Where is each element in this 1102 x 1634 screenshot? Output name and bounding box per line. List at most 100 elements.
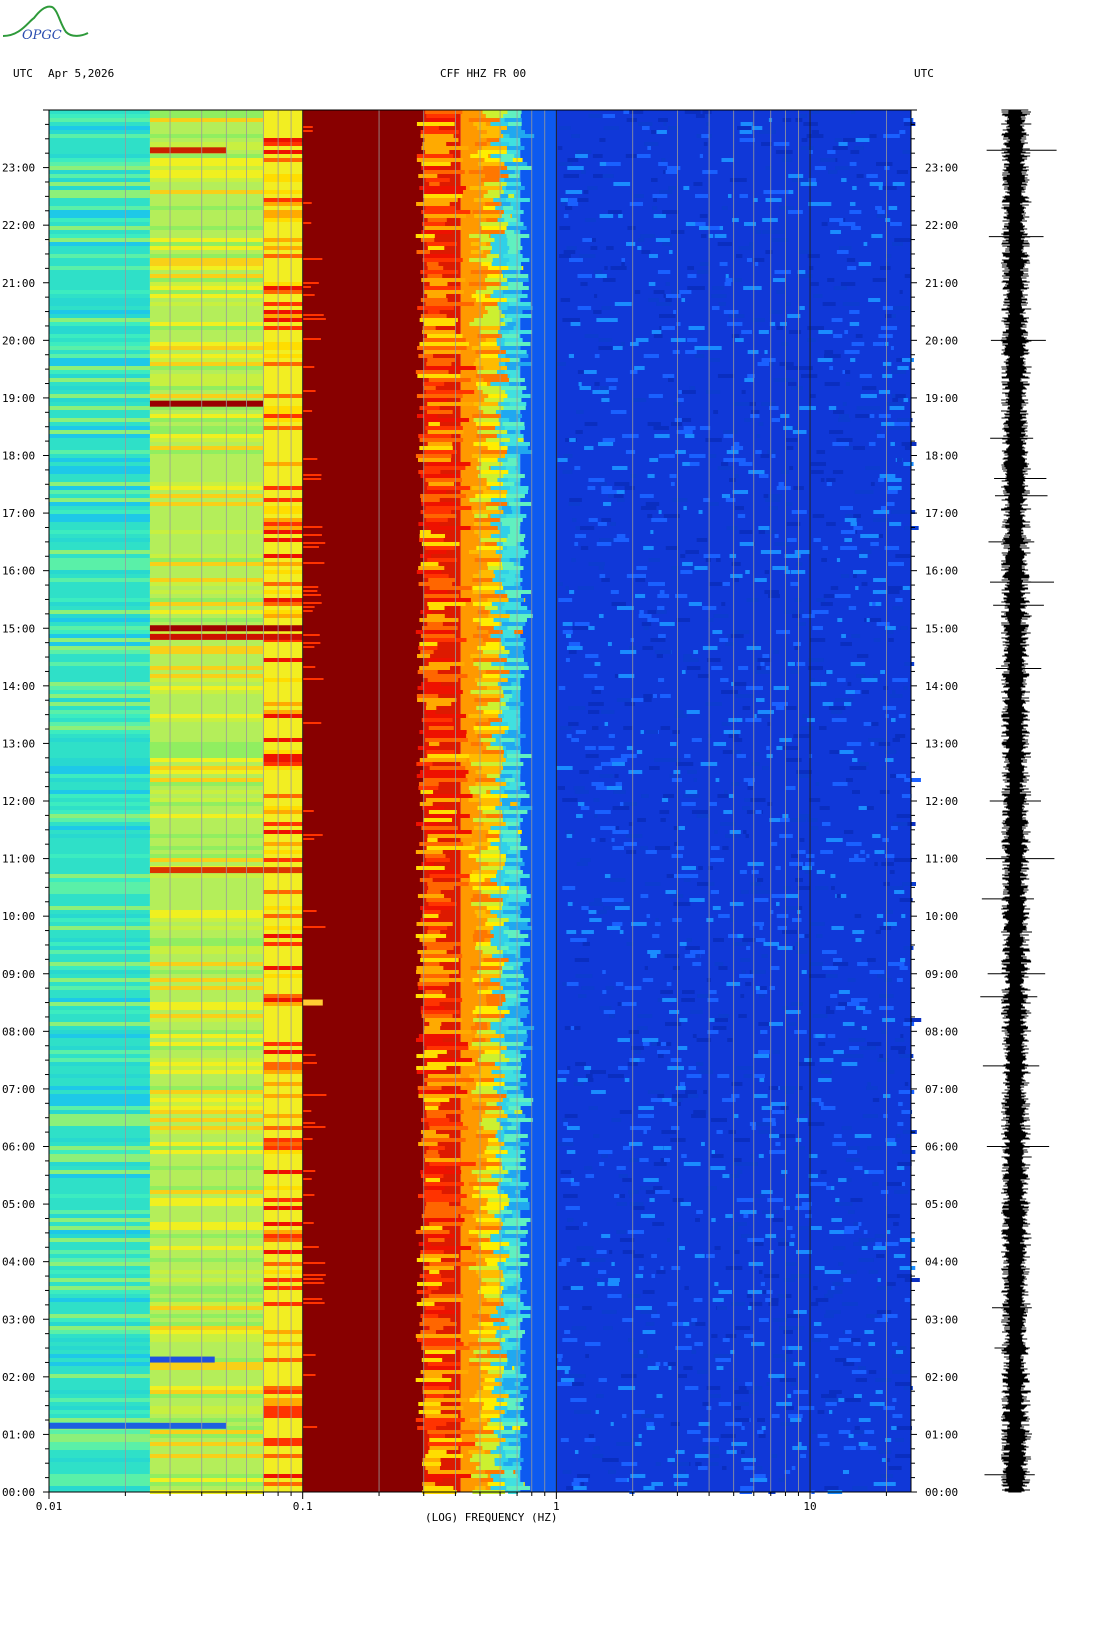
row-speckle [799, 1086, 803, 1090]
row-speckle [759, 926, 763, 930]
row-speckle [642, 1042, 650, 1046]
row-speckle [856, 1006, 866, 1010]
row-speckle [642, 646, 654, 650]
row-speckle [761, 402, 776, 406]
row-speckle [693, 1298, 703, 1302]
row-edge-cyan [508, 266, 522, 270]
event-streak-6 [149, 1356, 215, 1363]
row-speckle [722, 430, 738, 434]
row-edge-yellow [476, 466, 489, 470]
y-tick-label-left: 22:00 [2, 219, 35, 232]
row-speckle [709, 454, 717, 458]
row-tick [302, 314, 324, 316]
row-edge-yellow [480, 738, 496, 742]
row-speckle [855, 334, 863, 338]
row-edge-cyan [504, 1146, 514, 1150]
row-tick [302, 294, 315, 296]
row-speckle [562, 1338, 578, 1342]
row-speckle [696, 538, 708, 542]
row-speckle [648, 394, 663, 398]
row-speckle [888, 586, 903, 590]
row-speckle [699, 154, 703, 158]
row-speckle [623, 842, 637, 846]
row-speckle [811, 678, 815, 682]
row-edge-yellow [468, 234, 489, 238]
row-speckle [563, 1194, 578, 1198]
row-speckle [749, 286, 762, 290]
row-edge-red [416, 1338, 456, 1342]
row-speckle [778, 1326, 789, 1330]
row-speckle [815, 1034, 824, 1038]
row-upper [263, 310, 303, 314]
row-edge-red [417, 1086, 442, 1090]
row-edge-red [428, 462, 471, 466]
row-upper [263, 702, 303, 706]
row-speckle [636, 566, 648, 570]
row-speckle [878, 478, 885, 482]
row-speckle [848, 1210, 855, 1214]
row-edge-red [420, 1170, 462, 1174]
row-speckle [686, 938, 692, 942]
row-speckle [895, 1454, 911, 1458]
row-edge-cyan [503, 254, 523, 258]
row-speckle [758, 994, 765, 998]
y-tick-label-right: 02:00 [925, 1371, 958, 1384]
row-speckle [867, 958, 876, 962]
row-speckle [899, 966, 908, 970]
row-low [49, 826, 150, 830]
row-speckle [891, 718, 896, 722]
row-low [49, 682, 150, 686]
row-edge-red [429, 814, 470, 818]
row-speckle [866, 1042, 882, 1046]
row-speckle [567, 1218, 574, 1222]
row-speckle [891, 510, 906, 514]
row-speckle [575, 974, 593, 978]
row-speckle [657, 270, 671, 274]
row-edge-cyan [501, 1382, 515, 1386]
row-speckle [675, 710, 684, 714]
row-speckle [703, 142, 708, 146]
row-speckle [744, 418, 751, 422]
row-speckle [663, 122, 667, 126]
row-speckle [859, 554, 868, 558]
row-speckle [640, 1186, 654, 1190]
row-speckle [765, 498, 781, 502]
row-speckle [652, 1222, 665, 1226]
row-low [49, 550, 150, 554]
row-speckle [612, 830, 629, 834]
row-edge-cyan [508, 174, 520, 178]
row-upper [263, 1410, 303, 1414]
row-speckle [885, 1138, 896, 1142]
row-low [49, 714, 150, 718]
row-speckle [646, 914, 651, 918]
row-speckle [886, 502, 895, 506]
row-edge-yellow [468, 170, 504, 174]
row-edge-cyan [501, 1042, 524, 1046]
row-edge-yellow [470, 526, 498, 530]
row-edge-red [420, 650, 434, 654]
row-low [49, 210, 150, 214]
row-speckle [876, 914, 884, 918]
row-speckle [624, 1078, 630, 1082]
row-speckle [765, 1214, 774, 1218]
row-speckle [714, 1018, 729, 1022]
row-upper [263, 570, 303, 574]
row-speckle [790, 1234, 796, 1238]
row-speckle [882, 1018, 896, 1022]
row-speckle [838, 142, 848, 146]
row-speckle [588, 710, 600, 714]
row-speckle [833, 1134, 842, 1138]
row-low [49, 962, 150, 966]
row-speckle [685, 946, 700, 950]
row-speckle [626, 242, 636, 246]
row-speckle [685, 1334, 692, 1338]
row-edge-cyan [500, 698, 510, 702]
row-speckle [581, 930, 594, 934]
row-speckle [802, 714, 808, 718]
row-speckle [848, 606, 857, 610]
row-low [49, 650, 150, 654]
row-edge-cyan [505, 466, 516, 470]
row-speckle [845, 514, 853, 518]
row-speckle [829, 366, 834, 370]
row-tick [302, 1278, 323, 1280]
